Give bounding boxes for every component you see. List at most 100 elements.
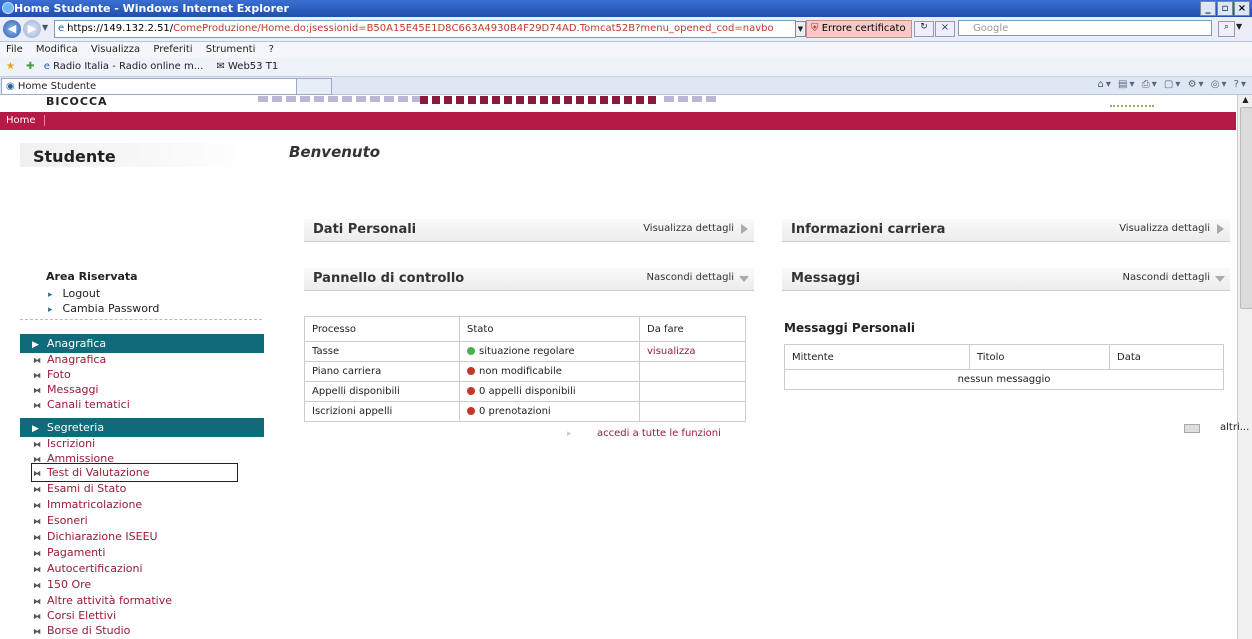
expand-arrow-icon[interactable]	[1217, 224, 1224, 234]
favorite-web53[interactable]: ✉ Web53 T1	[216, 61, 278, 72]
sidebar-item-esoneri[interactable]: Esoneri	[33, 514, 88, 527]
menu-strumenti[interactable]: Strumenti	[206, 44, 256, 55]
search-input[interactable]: Google	[958, 20, 1212, 36]
page-icon: e	[58, 23, 65, 34]
nav-home-link[interactable]: Home	[6, 115, 45, 126]
panel-messaggi: Messaggi Nascondi dettagli	[782, 268, 1230, 291]
menu-help[interactable]: ?	[269, 44, 274, 55]
header-decoration-accent	[420, 96, 660, 104]
ie-tab-icon: ◉	[6, 81, 18, 92]
sidebar-item-dichiarazione-iseeu[interactable]: Dichiarazione ISEEU	[33, 530, 158, 543]
maximize-button[interactable]: ▫	[1217, 1, 1233, 16]
sidebar-item-immatricolazione[interactable]: Immatricolazione	[33, 498, 142, 511]
tab-home-studente[interactable]: ◉ Home Studente	[1, 78, 297, 95]
sidebar-item-150-ore[interactable]: 150 Ore	[33, 578, 91, 591]
informazioni-carriera-toggle-link[interactable]: Visualizza dettagli	[1119, 223, 1210, 234]
table-row: Iscrizioni appelli 0 prenotazioni	[304, 401, 746, 422]
help-icon[interactable]: ?▾	[1234, 79, 1248, 90]
menu-file[interactable]: File	[6, 44, 23, 55]
accedi-tutte-funzioni-link[interactable]: accedi a tutte le funzioni	[597, 428, 721, 439]
url-dropdown-icon[interactable]: ▼	[795, 21, 806, 37]
menu-preferiti[interactable]: Preferiti	[153, 44, 192, 55]
sidebar-item-messaggi[interactable]: Messaggi	[33, 383, 98, 396]
sidebar-item-esami-di-stato[interactable]: Esami di Stato	[33, 482, 126, 495]
sidebar-item-anagrafica[interactable]: Anagrafica	[33, 353, 106, 366]
table-row: Piano carriera non modificabile	[304, 361, 746, 382]
search-icon[interactable]: ⌕	[1218, 21, 1235, 37]
sidebar-item-borse-di-studio[interactable]: Borse di Studio	[33, 624, 130, 637]
section-anagrafica[interactable]: Anagrafica	[20, 334, 264, 353]
divider	[20, 319, 262, 320]
sidebar-item-canali-tematici[interactable]: Canali tematici	[33, 398, 130, 411]
panel-title: Messaggi	[791, 271, 861, 286]
altri-link[interactable]: altri...	[1220, 422, 1249, 433]
cambia-password-link[interactable]: Cambia Password	[48, 302, 160, 315]
scroll-up-icon[interactable]: ▲	[1240, 95, 1251, 105]
forward-icon[interactable]: ▶	[23, 20, 41, 38]
menu-visualizza[interactable]: Visualizza	[91, 44, 140, 55]
messaggi-personali-title: Messaggi Personali	[784, 321, 916, 335]
expand-arrow-icon[interactable]	[741, 224, 748, 234]
panel-title: Dati Personali	[313, 222, 417, 237]
stato-cell: non modificabile	[459, 361, 640, 382]
ie-icon	[2, 2, 14, 14]
sidebar-item-iscrizioni[interactable]: Iscrizioni	[33, 437, 95, 450]
table-row: Tasse situazione regolare visualizza	[304, 341, 746, 362]
research-icon[interactable]: ◎▾	[1211, 79, 1229, 90]
favorites-bar: ★ ✚ e Radio Italia - Radio online m... ✉…	[0, 58, 1252, 77]
back-icon[interactable]: ◀	[3, 20, 21, 38]
section-segreteria[interactable]: Segreteria	[20, 418, 264, 437]
messaggi-toggle-link[interactable]: Nascondi dettagli	[1123, 272, 1210, 283]
sidebar-item-altre-attivita[interactable]: Altre attività formative	[33, 594, 172, 607]
stop-icon[interactable]: ×	[935, 21, 955, 37]
sidebar-item-autocertificazioni[interactable]: Autocertificazioni	[33, 562, 143, 575]
url-field[interactable]: e https://149.132.2.51/ComeProduzione/Hom…	[54, 20, 796, 38]
scrollbar-thumb[interactable]	[1240, 107, 1252, 309]
window-controls: _ ▫ ×	[1200, 1, 1250, 16]
refresh-icon[interactable]: ↻	[914, 21, 934, 37]
processo-cell: Appelli disponibili	[304, 381, 460, 402]
page-title: Benvenuto	[289, 143, 381, 161]
panel-pannello-di-controllo: Pannello di controllo Nascondi dettagli	[304, 268, 754, 291]
messages-table: Mittente Titolo Data nessun messaggio	[784, 344, 1224, 390]
menu-modifica[interactable]: Modifica	[36, 44, 78, 55]
favorite-radio-italia[interactable]: e Radio Italia - Radio online m...	[44, 61, 204, 72]
stato-cell: 0 appelli disponibili	[459, 381, 640, 402]
new-tab-button[interactable]	[296, 78, 332, 95]
collapse-arrow-icon[interactable]	[1215, 276, 1225, 282]
vertical-scrollbar[interactable]: ▲	[1237, 95, 1252, 639]
more-icon[interactable]	[1184, 424, 1200, 433]
panel-dati-personali: Dati Personali Visualizza dettagli	[304, 219, 754, 242]
certificate-error-badge[interactable]: ⛨ Errore certificato	[806, 20, 912, 38]
home-icon[interactable]: ⌂▾	[1097, 79, 1112, 90]
add-favorite-icon[interactable]: ✚	[26, 61, 34, 72]
sidebar-item-pagamenti[interactable]: Pagamenti	[33, 546, 105, 559]
col-processo: Processo	[304, 316, 460, 342]
print-icon[interactable]: ⎙▾	[1142, 79, 1159, 90]
logout-link[interactable]: Logout	[48, 287, 101, 300]
sidebar-item-test-di-valutazione[interactable]: Test di Valutazione	[33, 466, 150, 479]
favorites-star-icon[interactable]: ★	[6, 61, 15, 72]
minimize-button[interactable]: _	[1200, 1, 1216, 16]
tools-menu-icon[interactable]: ⚙▾	[1188, 79, 1206, 90]
panel-informazioni-carriera: Informazioni carriera Visualizza dettagl…	[782, 219, 1230, 242]
search-options-icon[interactable]: ▼	[1236, 22, 1242, 31]
top-nav: Home	[0, 112, 1236, 130]
status-red-icon	[467, 407, 475, 415]
page-menu-icon[interactable]: ▢▾	[1164, 79, 1182, 90]
sidebar-item-corsi-elettivi[interactable]: Corsi Elettivi	[33, 609, 116, 622]
empty-messages: nessun messaggio	[784, 369, 1224, 390]
history-dropdown-icon[interactable]: ▼	[42, 23, 48, 32]
dati-personali-toggle-link[interactable]: Visualizza dettagli	[643, 223, 734, 234]
status-green-icon	[467, 347, 475, 355]
feeds-icon[interactable]: ▤▾	[1118, 79, 1136, 90]
table-row: Appelli disponibili 0 appelli disponibil…	[304, 381, 746, 402]
col-da-fare: Da fare	[639, 316, 746, 342]
sidebar-item-foto[interactable]: Foto	[33, 368, 71, 381]
close-button[interactable]: ×	[1234, 1, 1250, 16]
pannello-controllo-toggle-link[interactable]: Nascondi dettagli	[647, 272, 734, 283]
table-row: nessun messaggio	[784, 369, 1224, 390]
collapse-arrow-icon[interactable]	[739, 276, 749, 282]
mail-icon: ✉	[216, 61, 228, 72]
visualizza-link[interactable]: visualizza	[639, 341, 746, 362]
